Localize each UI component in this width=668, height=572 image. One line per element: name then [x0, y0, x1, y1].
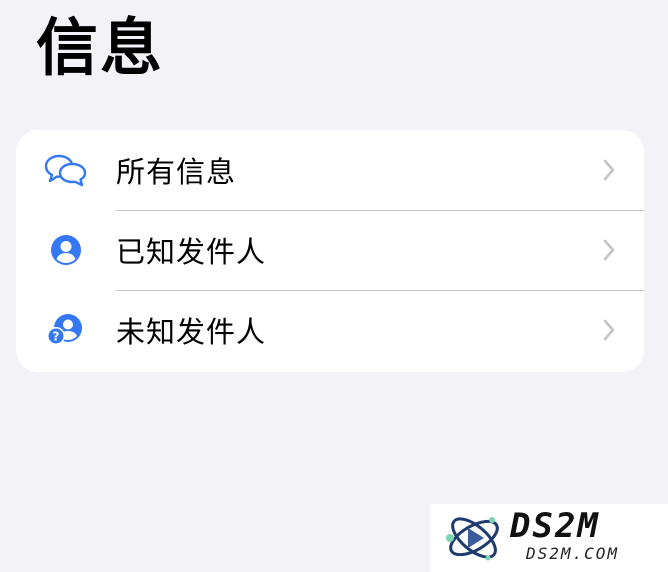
list-item-unknown-senders[interactable]: ? 未知发件人 — [16, 290, 644, 370]
watermark: DS2M DS2M.COM — [430, 504, 668, 572]
chevron-right-icon — [603, 239, 615, 261]
list-item-known-senders[interactable]: 已知发件人 — [16, 210, 644, 290]
list-item-label: 未知发件人 — [116, 315, 267, 349]
list-item-label: 已知发件人 — [116, 235, 267, 269]
watermark-logo-icon — [446, 517, 499, 561]
person-circle-icon — [44, 232, 88, 268]
watermark-brand: DS2M — [510, 506, 600, 546]
watermark-domain: DS2M.COM — [526, 544, 620, 563]
chevron-right-icon — [603, 319, 615, 341]
page-title: 信息 — [36, 11, 165, 84]
person-question-icon: ? — [44, 312, 88, 348]
chevron-right-icon — [603, 159, 615, 181]
filter-list: 所有信息 已知发件人 ? 未知发件人 — [16, 130, 644, 372]
chat-bubbles-icon — [44, 152, 88, 188]
list-item-all-messages[interactable]: 所有信息 — [16, 130, 644, 210]
list-item-label: 所有信息 — [116, 155, 237, 189]
svg-text:?: ? — [53, 330, 60, 344]
